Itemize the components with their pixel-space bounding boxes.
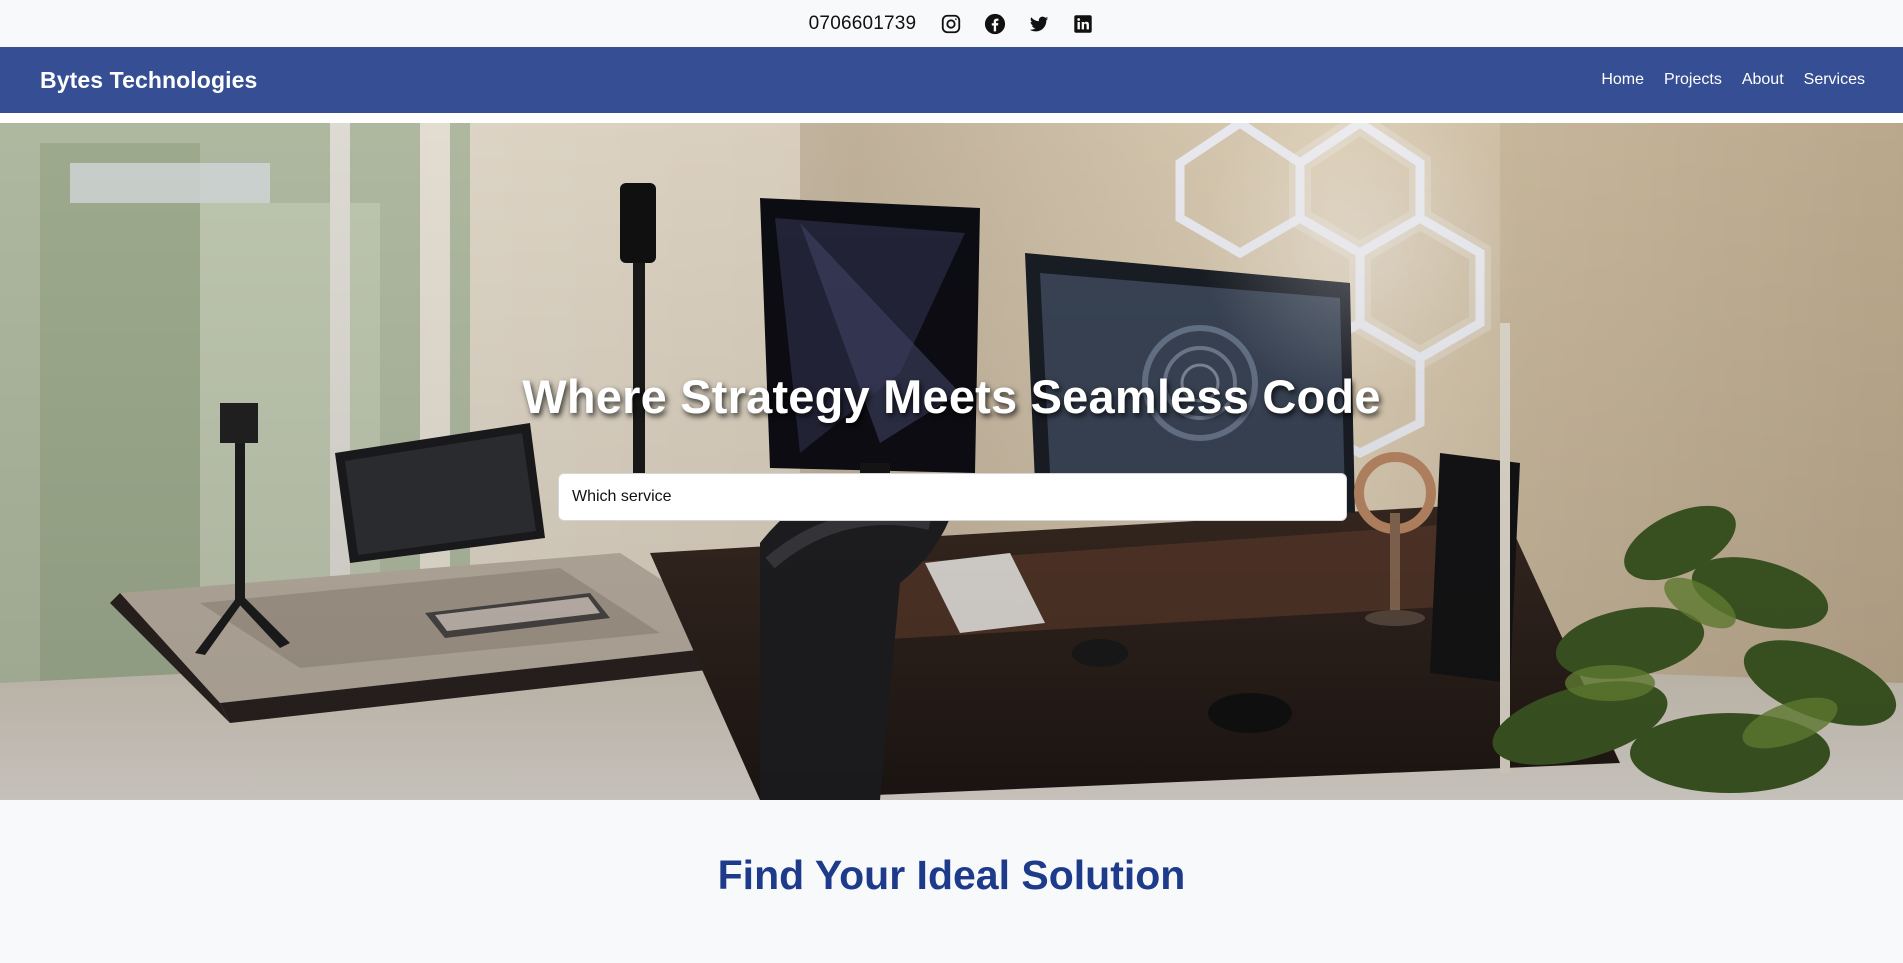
divider (0, 113, 1903, 123)
nav-link-home[interactable]: Home (1601, 71, 1644, 89)
instagram-icon[interactable] (940, 13, 962, 35)
section-title: Find Your Ideal Solution (717, 852, 1186, 898)
social-links (940, 13, 1094, 35)
service-search-input[interactable] (570, 487, 1335, 507)
contact-bar: 0706601739 (0, 0, 1903, 47)
linkedin-icon[interactable] (1072, 13, 1094, 35)
nav-link-about[interactable]: About (1742, 71, 1784, 89)
find-solution-section: Find Your Ideal Solution (0, 800, 1903, 963)
navbar: Bytes Technologies Home Projects About S… (0, 47, 1903, 113)
nav-link-services[interactable]: Services (1804, 71, 1865, 89)
twitter-icon[interactable] (1028, 13, 1050, 35)
hero-title: Where Strategy Meets Seamless Code (522, 370, 1381, 423)
brand-logo-text[interactable]: Bytes Technologies (40, 67, 257, 94)
phone-number[interactable]: 0706601739 (809, 13, 917, 35)
hero-overlay (0, 123, 1903, 800)
service-search-box[interactable] (558, 473, 1347, 521)
hero-section: Where Strategy Meets Seamless Code (0, 123, 1903, 800)
facebook-icon[interactable] (984, 13, 1006, 35)
nav-link-projects[interactable]: Projects (1664, 71, 1722, 89)
nav-links: Home Projects About Services (1601, 71, 1865, 89)
